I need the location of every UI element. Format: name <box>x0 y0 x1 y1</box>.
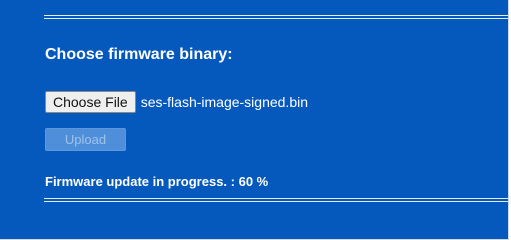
upload-button[interactable]: Upload <box>45 128 126 151</box>
top-divider <box>44 15 508 19</box>
file-picker: Choose File ses-flash-image-signed.bin <box>45 91 308 113</box>
firmware-update-panel: Choose firmware binary: Choose File ses-… <box>0 0 509 240</box>
choose-file-button[interactable]: Choose File <box>45 91 136 113</box>
firmware-section-title: Choose firmware binary: <box>45 46 233 63</box>
bottom-divider <box>44 198 508 202</box>
firmware-update-status: Firmware update in progress. : 60 % <box>45 174 269 189</box>
selected-file-name: ses-flash-image-signed.bin <box>140 94 309 110</box>
